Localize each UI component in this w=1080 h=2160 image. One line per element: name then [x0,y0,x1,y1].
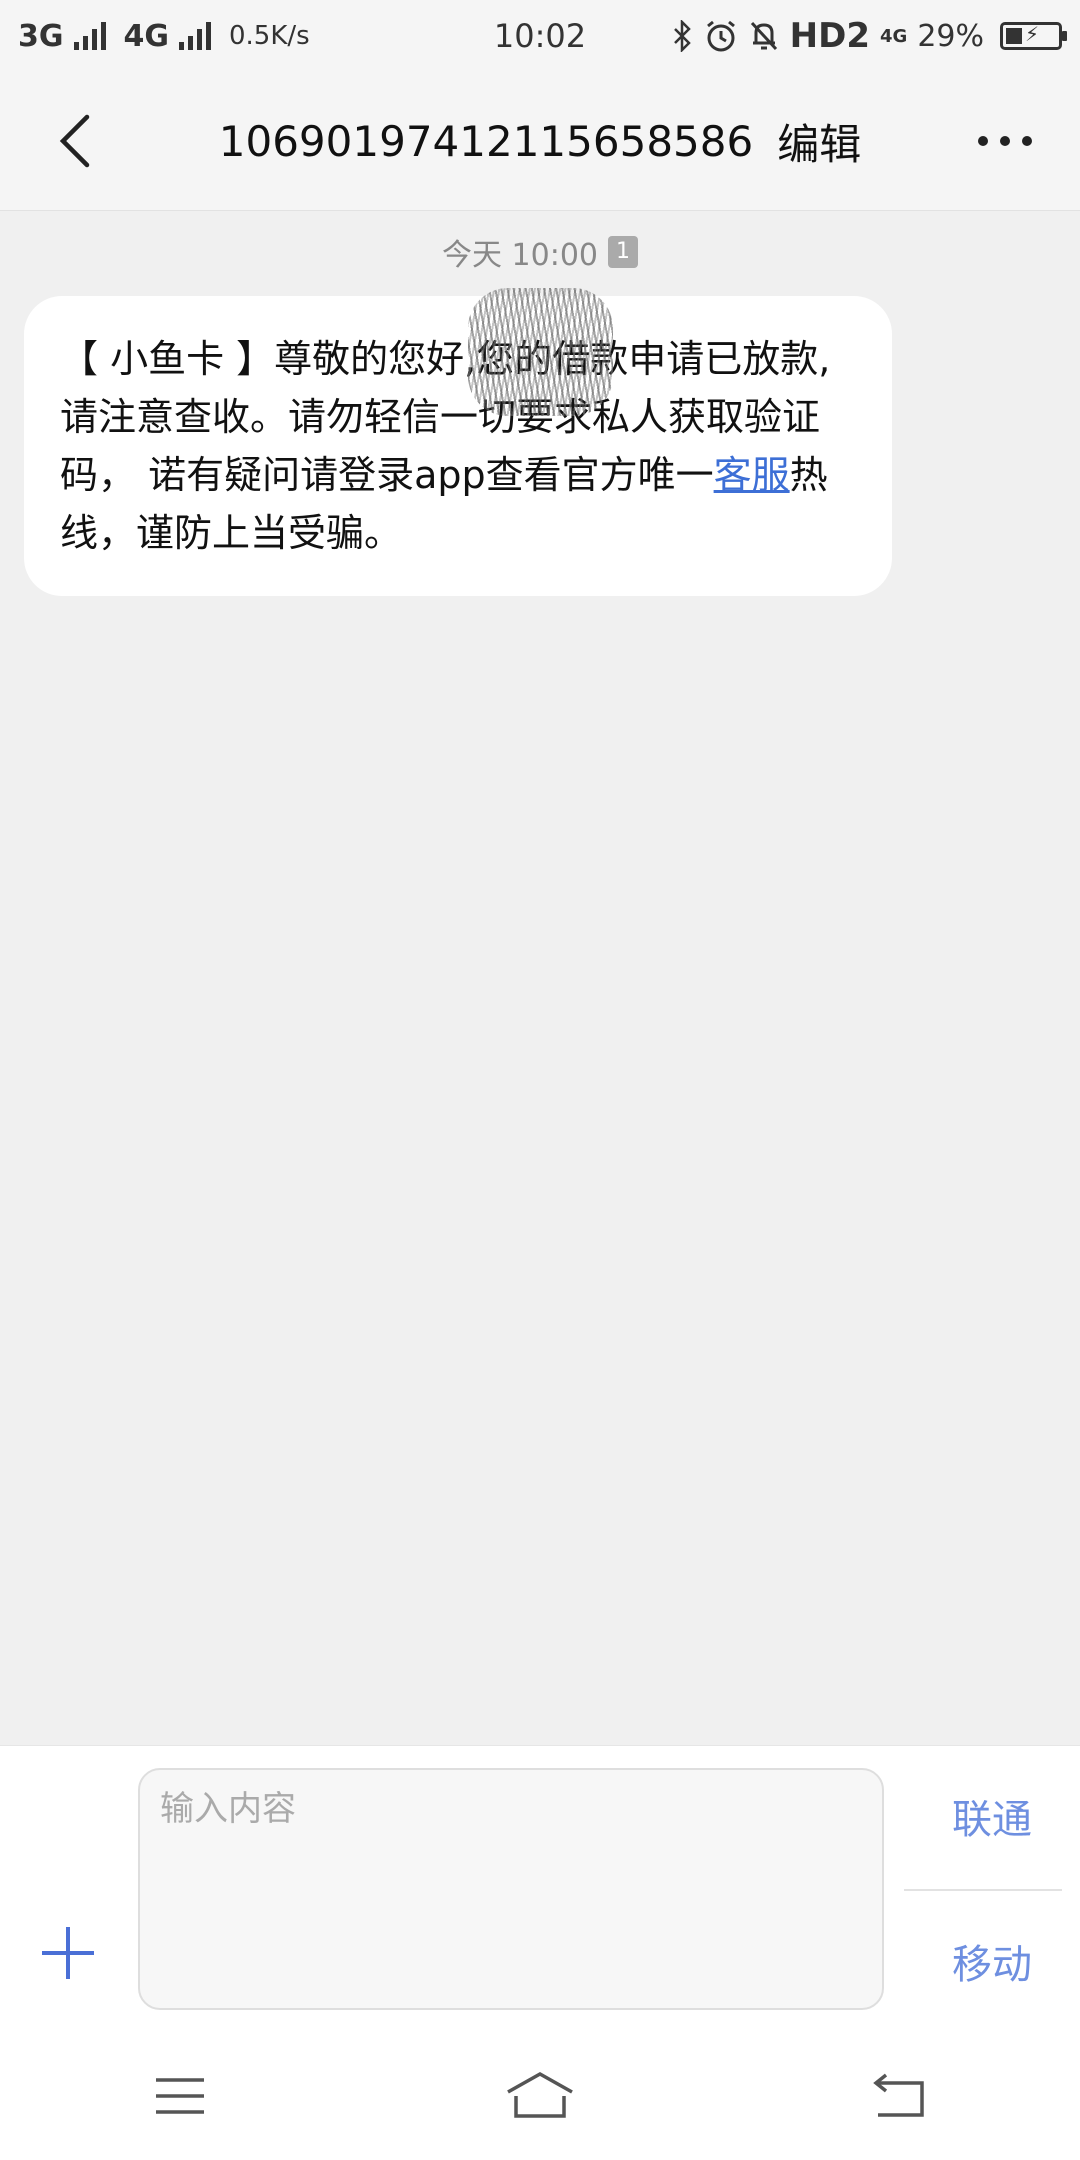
message-timestamp: 今天 10:00 1 [0,230,1080,274]
signal-icon [179,22,211,50]
message-composer: 联通 移动 [0,1745,1080,2033]
menu-icon [156,2078,204,2114]
battery-icon: ⚡ [1000,22,1067,50]
network-speed: 0.5K/s [229,21,310,51]
more-dots-icon [978,136,1032,146]
message-input[interactable] [158,1788,868,1830]
bluetooth-icon [673,20,691,52]
add-attachment-icon[interactable] [36,1921,100,1985]
status-bar: 3G 4G 0.5K/s 10:02 HD2 4G 29% ⚡ [0,0,1080,72]
redaction-scribble [468,288,613,416]
system-nav-bar [0,2032,1080,2160]
send-mobile-button[interactable]: 移动 [904,1891,1080,2031]
customer-service-link[interactable]: 客服 [714,453,790,497]
return-icon [873,2073,924,2117]
message-bubble[interactable]: 【 小鱼卡 】尊敬的您好,您的借款申请已放款,请注意查收。请勿轻信一切要求私人获… [24,296,892,596]
signal-icon [73,22,106,50]
home-nav-button[interactable] [480,2046,600,2146]
hd-voice-label: HD2 [789,16,870,56]
network-4g-label: 4G [123,18,170,54]
more-options-button[interactable] [930,72,1080,210]
home-icon [507,2071,573,2118]
back-arrow-icon [59,114,90,168]
alarm-icon [706,20,735,52]
message-text-part1: 【 小鱼卡 】尊敬的 [60,337,389,381]
sim-card-badge: 1 [608,236,638,268]
conversation-header: 106901974121156585​86 编辑 [0,72,1080,211]
network-3g-label: 3G [18,18,64,54]
status-left: 3G 4G 0.5K/s [18,19,310,54]
network-4g-small: 4G [880,25,908,47]
menu-nav-button[interactable] [120,2046,240,2146]
edit-contact-link[interactable]: 编辑 [777,111,861,172]
sender-number: 106901974121156585​86 [218,116,754,166]
back-nav-button[interactable] [840,2046,960,2146]
message-input-box[interactable] [138,1768,884,2010]
battery-percent: 29% [917,18,984,54]
send-unicom-button[interactable]: 联通 [904,1746,1080,1886]
timestamp-text: 今天 10:00 [442,238,598,273]
header-title: 106901974121156585​86 编辑 [150,111,930,172]
status-right: HD2 4G 29% ⚡ [672,16,1067,56]
mute-bell-icon [750,21,777,51]
back-button[interactable] [0,72,150,210]
